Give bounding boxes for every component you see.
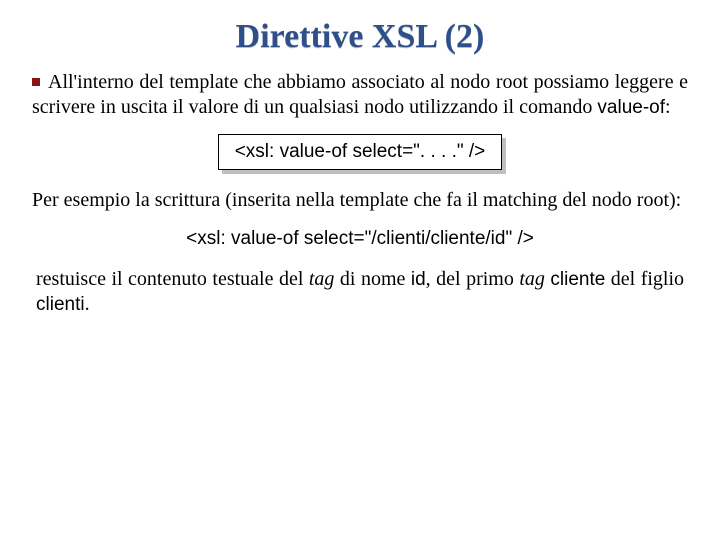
p3-c: , del primo (426, 268, 520, 290)
codebox: <xsl: value-of select=". . . ." /> (218, 134, 503, 170)
codeline-text: <xsl: value-of select="/clienti/cliente/… (186, 228, 534, 249)
p1-text-before: All'interno del template che abbiamo ass… (32, 71, 688, 118)
p3-italic-1: tag (309, 268, 335, 290)
codebox-container: <xsl: value-of select=". . . ." /> (32, 134, 688, 170)
slide: Direttive XSL (2) Direttive XSL (2) All'… (0, 0, 720, 540)
codeline: <xsl: value-of select="/clienti/cliente/… (32, 227, 688, 251)
paragraph-2: Per esempio la scrittura (inserita nella… (32, 188, 688, 213)
p3-italic-2: tag (519, 268, 545, 290)
p1-code: value-of (597, 97, 665, 118)
codebox-text: <xsl: value-of select=". . . ." /> (218, 134, 503, 170)
p3-code-1: id (411, 269, 426, 290)
paragraph-3: restuisce il contenuto testuale del tag … (32, 267, 688, 317)
slide-body: All'interno del template che abbiamo ass… (32, 70, 688, 317)
p3-code-3: clienti (36, 294, 85, 315)
p3-a: restuisce il contenuto testuale del (36, 268, 309, 290)
p3-code-2: cliente (550, 269, 605, 290)
slide-title: Direttive XSL (2) Direttive XSL (2) (32, 18, 688, 56)
p1-text-after: : (665, 96, 671, 118)
paragraph-1: All'interno del template che abbiamo ass… (32, 70, 688, 120)
p3-f: . (85, 293, 90, 315)
p3-e: del figlio (605, 268, 684, 290)
p2-text: Per esempio la scrittura (inserita nella… (32, 189, 681, 211)
bullet-icon (32, 78, 40, 86)
title-text: Direttive XSL (2) (236, 18, 485, 55)
p3-b: di nome (334, 268, 410, 290)
